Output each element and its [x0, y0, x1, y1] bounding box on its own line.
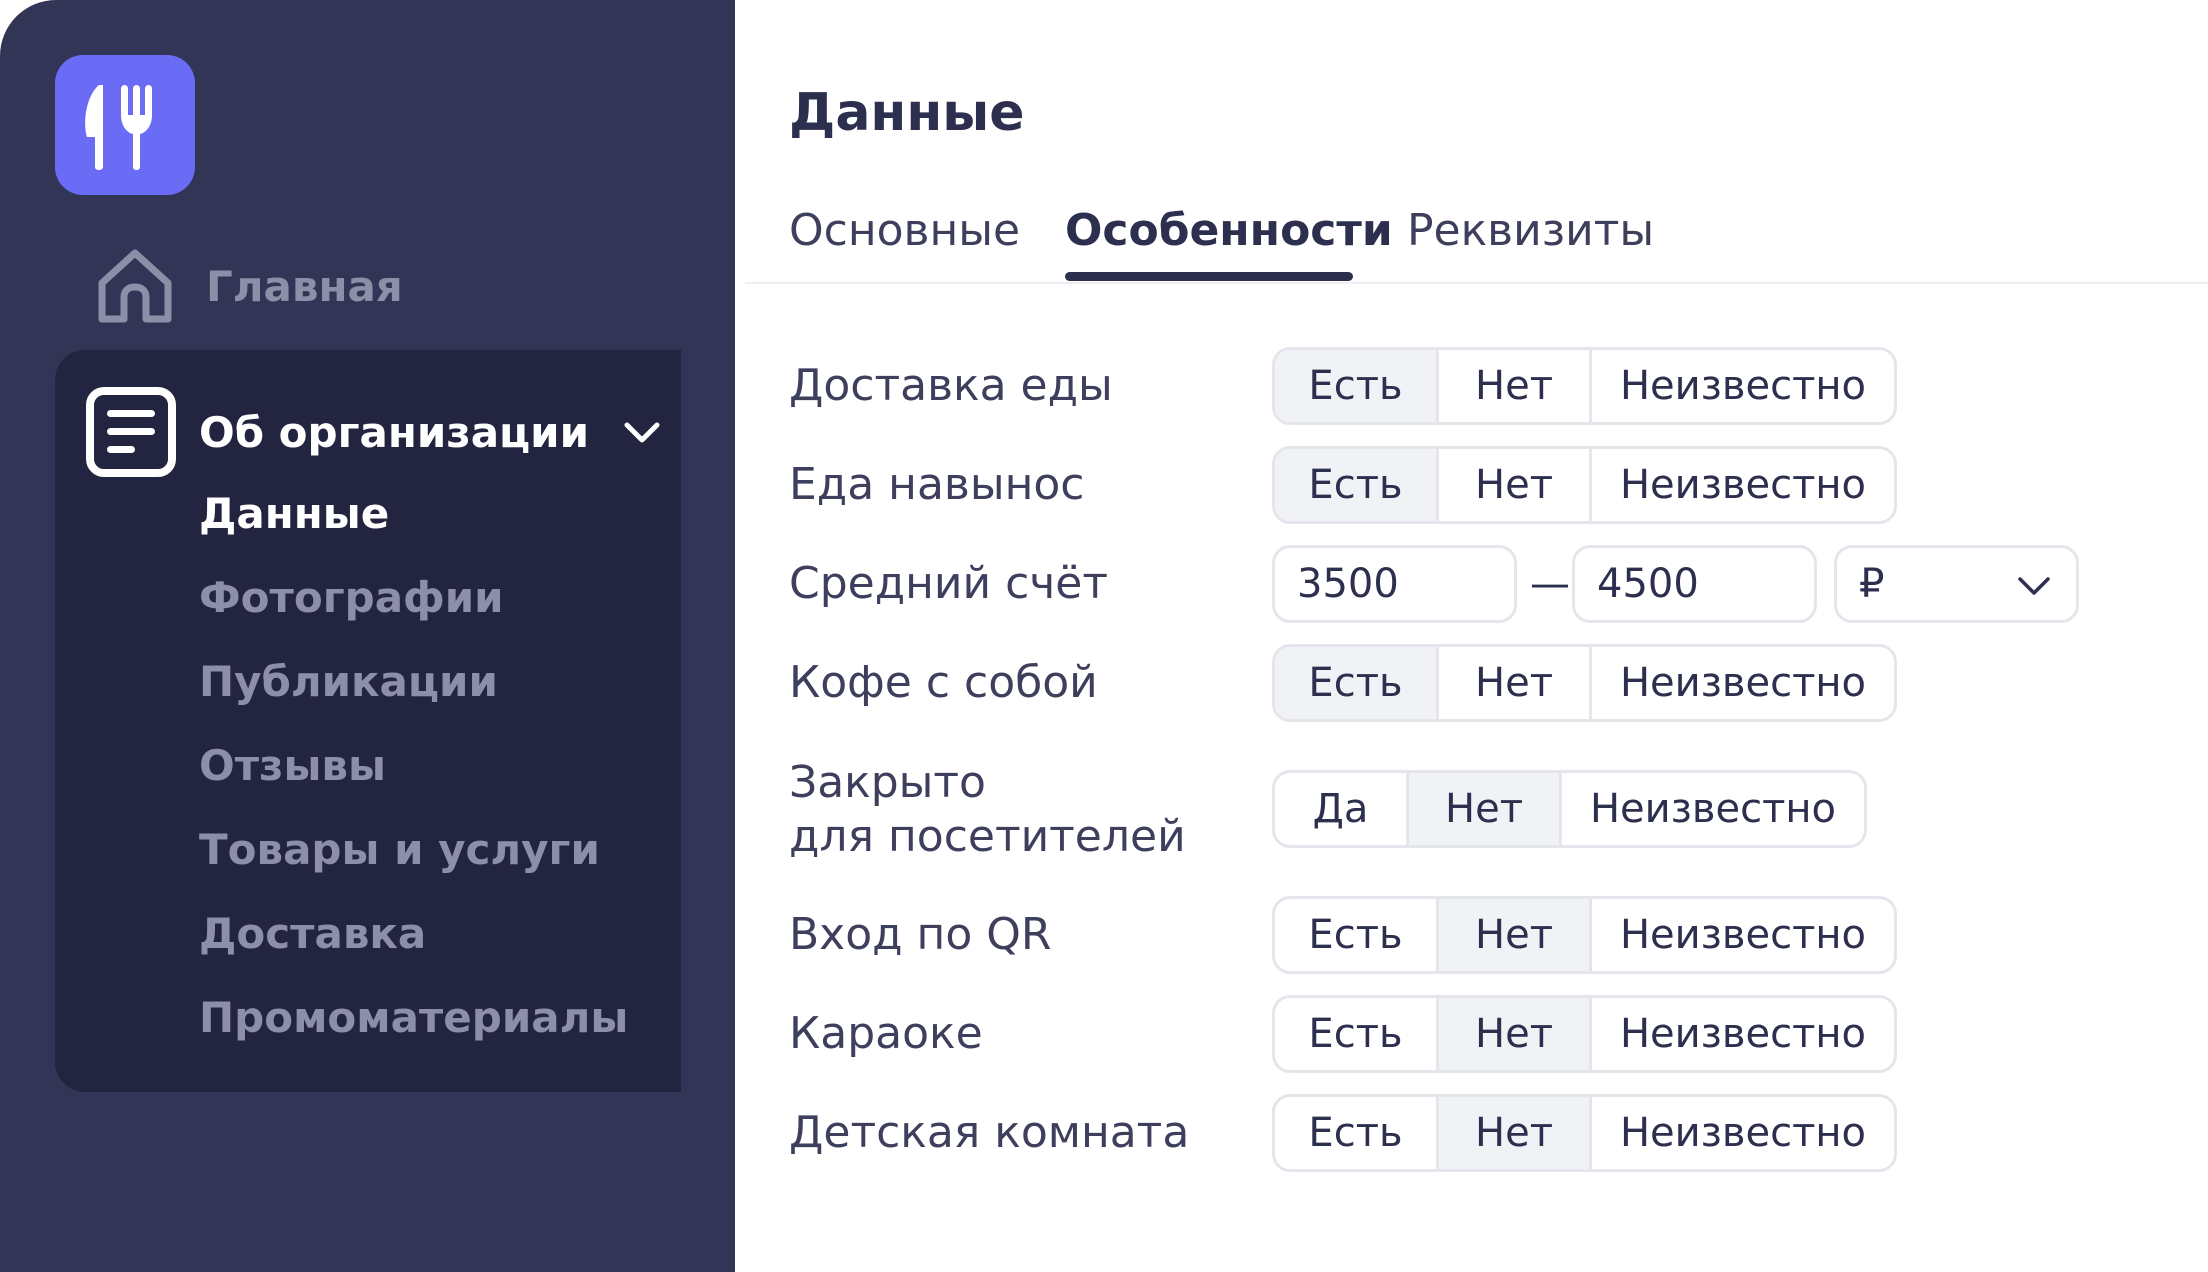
- sidebar-item-home[interactable]: Главная: [88, 236, 648, 336]
- feature-label: Средний счёт: [789, 558, 1108, 609]
- option-yes[interactable]: Да: [1275, 773, 1409, 845]
- option-unknown[interactable]: Неизвестно: [1562, 773, 1864, 845]
- sidebar-item-label: Об организации: [199, 407, 590, 457]
- tab-requisites[interactable]: Реквизиты: [1407, 196, 1654, 266]
- document-icon: [86, 387, 176, 477]
- option-unknown[interactable]: Неизвестно: [1592, 350, 1894, 422]
- option-no[interactable]: Нет: [1409, 773, 1562, 845]
- option-no[interactable]: Нет: [1439, 449, 1592, 521]
- takeaway-toggle: Есть Нет Неизвестно: [1272, 446, 1897, 524]
- option-yes[interactable]: Есть: [1275, 899, 1439, 971]
- option-no[interactable]: Нет: [1439, 350, 1592, 422]
- option-unknown[interactable]: Неизвестно: [1592, 998, 1894, 1070]
- page-title: Данные: [789, 83, 1025, 143]
- sidebar-subitem-goods-services[interactable]: Товары и услуги: [199, 820, 600, 880]
- closed-for-visitors-toggle: Да Нет Неизвестно: [1272, 770, 1867, 848]
- option-yes[interactable]: Есть: [1275, 1097, 1439, 1169]
- average-check-from-input[interactable]: 3500: [1272, 545, 1517, 623]
- org-submenu-panel: Об организации Данные Фотографии Публика…: [55, 350, 681, 1092]
- feature-label: Еда навынос: [789, 459, 1085, 510]
- option-unknown[interactable]: Неизвестно: [1592, 899, 1894, 971]
- tab-features[interactable]: Особенности: [1065, 196, 1393, 266]
- kids-room-toggle: Есть Нет Неизвестно: [1272, 1094, 1897, 1172]
- sidebar-subitem-reviews[interactable]: Отзывы: [199, 736, 386, 796]
- option-no[interactable]: Нет: [1439, 647, 1592, 719]
- feature-label: Вход по QR: [789, 909, 1052, 960]
- option-no[interactable]: Нет: [1439, 998, 1592, 1070]
- option-unknown[interactable]: Неизвестно: [1592, 449, 1894, 521]
- coffee-to-go-toggle: Есть Нет Неизвестно: [1272, 644, 1897, 722]
- option-yes[interactable]: Есть: [1275, 998, 1439, 1070]
- feature-label: Доставка еды: [789, 360, 1113, 411]
- option-unknown[interactable]: Неизвестно: [1592, 647, 1894, 719]
- average-check-to-input[interactable]: 4500: [1572, 545, 1817, 623]
- sidebar-subitem-publications[interactable]: Публикации: [199, 652, 498, 712]
- option-yes[interactable]: Есть: [1275, 449, 1439, 521]
- app-logo[interactable]: [55, 55, 195, 195]
- sidebar-subitem-delivery[interactable]: Доставка: [199, 904, 426, 964]
- karaoke-toggle: Есть Нет Неизвестно: [1272, 995, 1897, 1073]
- option-unknown[interactable]: Неизвестно: [1592, 1097, 1894, 1169]
- chevron-down-icon: [2018, 577, 2050, 595]
- feature-label-line2: для посетителей: [789, 811, 1186, 862]
- feature-label-line1: Закрыто: [789, 757, 986, 808]
- range-separator: —: [1530, 561, 1570, 607]
- option-no[interactable]: Нет: [1439, 1097, 1592, 1169]
- sidebar-item-about-organization[interactable]: Об организации: [85, 384, 665, 480]
- sidebar: Главная Об организации Данные Фотографии…: [0, 0, 735, 1272]
- active-tab-indicator: [1065, 272, 1353, 281]
- currency-select[interactable]: ₽: [1834, 545, 2079, 623]
- food-delivery-toggle: Есть Нет Неизвестно: [1272, 347, 1897, 425]
- feature-label: Кофе с собой: [789, 657, 1098, 708]
- sidebar-item-label: Главная: [206, 261, 403, 311]
- feature-label: Караоке: [789, 1008, 983, 1059]
- fork-knife-icon: [85, 85, 152, 170]
- qr-entry-toggle: Есть Нет Неизвестно: [1272, 896, 1897, 974]
- option-no[interactable]: Нет: [1439, 899, 1592, 971]
- chevron-down-icon[interactable]: [619, 409, 665, 455]
- option-yes[interactable]: Есть: [1275, 647, 1439, 719]
- sidebar-subitem-photos[interactable]: Фотографии: [199, 568, 504, 628]
- divider: [745, 282, 2208, 284]
- sidebar-subitem-data[interactable]: Данные: [199, 484, 389, 544]
- currency-value: ₽: [1859, 561, 1885, 607]
- tab-general[interactable]: Основные: [789, 196, 1020, 266]
- feature-label: Детская комната: [789, 1107, 1190, 1158]
- sidebar-subitem-promo[interactable]: Промоматериалы: [199, 988, 628, 1048]
- home-icon: [98, 249, 172, 323]
- option-yes[interactable]: Есть: [1275, 350, 1439, 422]
